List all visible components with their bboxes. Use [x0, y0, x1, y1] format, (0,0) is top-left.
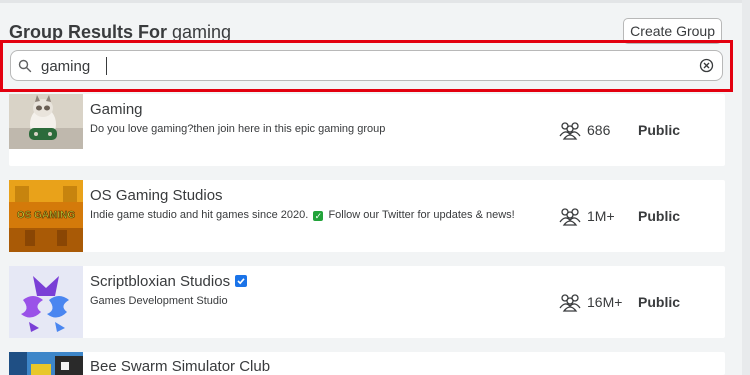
page-title-keyword: gaming — [172, 22, 232, 42]
group-thumbnail-cat — [9, 94, 83, 149]
text-cursor — [106, 57, 107, 75]
group-name[interactable]: Bee Swarm Simulator Club — [90, 358, 270, 375]
group-description: Indie game studio and hit games since 20… — [90, 208, 518, 223]
group-description-part-1: Indie game studio and hit games since 20… — [90, 209, 309, 221]
member-count: 1M+ — [587, 208, 615, 224]
member-count: 16M+ — [587, 294, 623, 310]
group-description-part-2: Follow our Twitter for updates & news! — [328, 209, 515, 221]
verified-badge-icon — [234, 274, 248, 288]
group-privacy: Public — [638, 294, 681, 310]
group-privacy: Public — [638, 208, 681, 224]
group-name[interactable]: OS Gaming Studios — [90, 187, 223, 204]
clear-icon[interactable] — [699, 58, 714, 73]
group-card[interactable]: OS GAMING OS Gaming Studios Indie game s… — [9, 180, 725, 252]
group-thumbnail-bee-swarm — [9, 352, 83, 375]
group-description: Games Development Studio — [90, 295, 228, 307]
page-title-prefix: Group Results For — [9, 22, 168, 42]
members-icon — [559, 292, 581, 312]
group-thumbnail-ss-logo — [9, 266, 83, 340]
top-divider — [0, 0, 750, 3]
group-name[interactable]: Scriptbloxian Studios — [90, 273, 248, 290]
search-bar[interactable] — [10, 50, 723, 81]
group-name-text[interactable]: Scriptbloxian Studios — [90, 273, 230, 290]
checkmark-icon: ✓ — [313, 211, 324, 221]
group-name[interactable]: Gaming — [90, 101, 143, 118]
group-privacy: Public — [638, 122, 681, 138]
thumbnail-logo-text: OS GAMING — [17, 210, 76, 221]
group-card[interactable]: Gaming Do you love gaming?then join here… — [9, 94, 725, 166]
group-card[interactable]: Scriptbloxian Studios Games Development … — [9, 266, 725, 338]
group-card[interactable]: Bee Swarm Simulator Club — [9, 352, 725, 375]
search-icon — [18, 59, 32, 73]
members-icon — [559, 206, 581, 226]
search-input[interactable] — [41, 55, 681, 77]
member-count: 686 — [587, 122, 611, 138]
group-thumbnail-os-gaming: OS GAMING — [9, 180, 83, 254]
members-icon — [559, 120, 581, 140]
group-description: Do you love gaming?then join here in thi… — [90, 123, 386, 135]
page-scrollbar[interactable] — [742, 0, 750, 375]
